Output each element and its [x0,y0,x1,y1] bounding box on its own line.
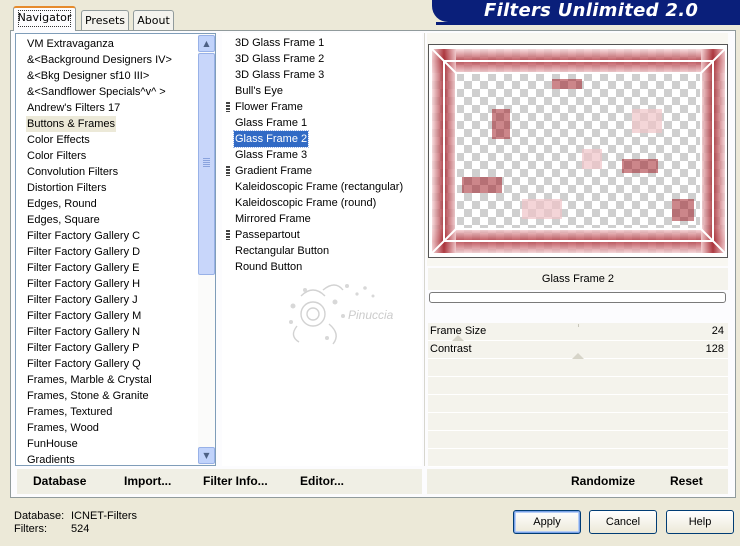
param-frame-size[interactable]: Frame Size 24 [428,323,728,341]
filter-group-marker-icon [226,102,230,112]
progress-bar [429,292,726,303]
slider-tick [578,324,579,327]
filter-item[interactable]: 3D Glass Frame 1 [234,35,325,51]
param-empty-row [428,377,728,395]
category-item[interactable]: Distortion Filters [26,180,107,196]
param-empty-row [428,395,728,413]
app-title-banner: Filters Unlimited 2.0 [432,0,740,22]
filter-item[interactable]: Passepartout [234,227,301,243]
focus-rect [18,10,71,27]
scroll-grip-icon [203,158,210,167]
scroll-down-button[interactable]: ▼ [198,447,215,464]
tab-navigator[interactable]: Navigator [13,6,76,31]
preview-image [432,49,725,253]
category-item[interactable]: Frames, Marble & Crystal [26,372,153,388]
filter-item[interactable]: Glass Frame 1 [234,115,308,131]
help-button[interactable]: Help [666,510,734,534]
category-item[interactable]: &<Sandflower Specials^v^ > [26,84,167,100]
panel-divider [424,33,425,466]
filters-count-value: 524 [71,523,90,535]
toolbar-right: Randomize Reset [427,469,728,494]
toolbar-left: Database Import... Filter Info... Editor… [17,469,422,494]
filter-item[interactable]: Glass Frame 3 [234,147,308,163]
param-contrast-label: Contrast [430,343,472,355]
category-item[interactable]: Filter Factory Gallery M [26,308,142,324]
category-item[interactable]: Frames, Stone & Granite [26,388,150,404]
param-empty-row [428,449,728,467]
category-item[interactable]: Filter Factory Gallery H [26,276,141,292]
filter-item[interactable]: Kaleidoscopic Frame (round) [234,195,377,211]
category-item[interactable]: &<Background Designers IV> [26,52,173,68]
filter-item[interactable]: Bull's Eye [234,83,284,99]
tab-presets[interactable]: Presets [81,10,129,30]
filter-item[interactable]: Mirrored Frame [234,211,312,227]
filter-item[interactable]: Kaleidoscopic Frame (rectangular) [234,179,404,195]
cancel-button[interactable]: Cancel [589,510,657,534]
database-label: Database: [14,510,65,522]
category-item[interactable]: Filter Factory Gallery P [26,340,140,356]
import-button[interactable]: Import... [124,469,171,494]
tab-presets-label: Presets [84,14,126,27]
category-item[interactable]: Filter Factory Gallery E [26,260,140,276]
category-item[interactable]: Filter Factory Gallery J [26,292,139,308]
editor-button[interactable]: Editor... [300,469,344,494]
param-empty-row [428,359,728,377]
watermark-text: Pinuccia [348,308,394,322]
category-item[interactable]: Filter Factory Gallery N [26,324,141,340]
banner-stripe [436,22,740,25]
category-item[interactable]: Gradients [26,452,76,465]
scroll-up-button[interactable]: ▲ [198,35,215,52]
category-item[interactable]: Frames, Wood [26,420,100,436]
filter-info-button[interactable]: Filter Info... [203,469,268,494]
filter-item[interactable]: Glass Frame 2 [232,130,310,148]
param-empty-row [428,431,728,449]
database-info: Database: ICNET-Filters Filters: 524 [14,510,137,536]
filter-item[interactable]: 3D Glass Frame 2 [234,51,325,67]
filter-item[interactable]: Flower Frame [234,99,304,115]
filter-group-marker-icon [226,166,230,176]
filter-item[interactable]: 3D Glass Frame 3 [234,67,325,83]
filter-item[interactable]: Gradient Frame [234,163,313,179]
scroll-thumb[interactable] [198,53,215,275]
database-button[interactable]: Database [33,469,86,494]
filter-group-marker-icon [226,230,230,240]
tab-about[interactable]: About [133,10,174,30]
current-filter-name: Glass Frame 2 [428,268,728,290]
param-contrast[interactable]: Contrast 128 [428,341,728,359]
category-item[interactable]: Frames, Textured [26,404,113,420]
category-item[interactable]: Buttons & Frames [26,116,117,132]
category-item[interactable]: &<Bkg Designer sf10 III> [26,68,150,84]
category-item[interactable]: FunHouse [26,436,79,452]
randomize-button[interactable]: Randomize [571,469,635,494]
filter-list[interactable]: 3D Glass Frame 1 3D Glass Frame 2 3D Glass… [222,33,422,466]
param-contrast-value: 128 [705,343,724,355]
category-item[interactable]: Andrew's Filters 17 [26,100,121,116]
apply-button[interactable]: Apply [513,510,581,534]
category-item[interactable]: VM Extravaganza [26,36,115,52]
category-item[interactable]: Color Effects [26,132,91,148]
category-scrollbar[interactable]: ▲ ▼ [198,34,215,465]
category-item[interactable]: Color Filters [26,148,87,164]
param-empty-row [428,413,728,431]
database-value: ICNET-Filters [71,510,137,522]
app-title: Filters Unlimited 2.0 [484,0,699,21]
filters-count-label: Filters: [14,523,47,535]
category-list[interactable]: VM Extravaganza &<Background Designers IV… [15,33,216,466]
category-item[interactable]: Edges, Round [26,196,98,212]
category-item[interactable]: Filter Factory Gallery D [26,244,141,260]
category-item[interactable]: Convolution Filters [26,164,119,180]
tab-about-label: About [137,14,170,27]
param-frame-size-value: 24 [711,325,724,337]
category-item[interactable]: Edges, Square [26,212,101,228]
category-item[interactable]: Filter Factory Gallery C [26,228,141,244]
filter-item[interactable]: Rectangular Button [234,243,330,259]
reset-button[interactable]: Reset [670,469,703,494]
filter-item[interactable]: Round Button [234,259,303,275]
category-item[interactable]: Filter Factory Gallery Q [26,356,142,372]
